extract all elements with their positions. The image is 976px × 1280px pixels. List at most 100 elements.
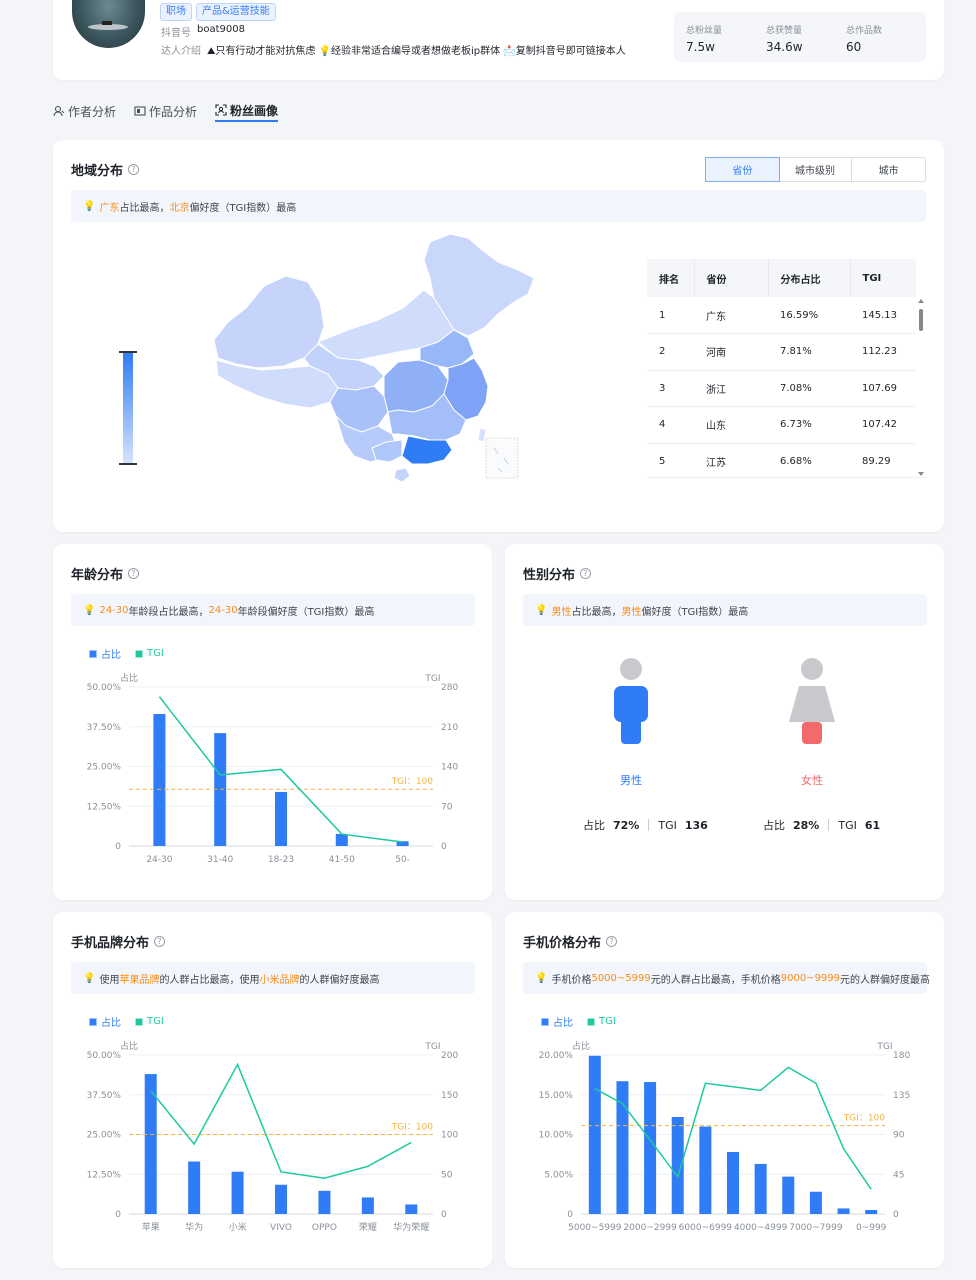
y2-axis-title: TGI [424,674,440,684]
help-icon[interactable]: ? [606,936,618,947]
gender-title-row: 性别分布 ? [523,564,592,583]
bar[interactable] [188,1161,201,1214]
age-chart[interactable]: 占比 TGI 0 12.50% 25.00% 37.50% 50.00% 0 70 140 210 2… [53,672,492,892]
stat-value-likes: 34.6w [766,40,803,54]
tip-text: 年龄段偏好度（TGI指数）最高 [237,606,375,618]
bar[interactable] [782,1176,795,1214]
region-title: 地域分布 [71,164,124,179]
stat-label-works: 总作品数 [846,26,883,36]
bar[interactable] [644,1082,657,1214]
legend-item-share[interactable]: 占比 [541,1014,573,1029]
share-cell: 16.59% [780,309,819,321]
y2-tick-label: 135 [893,1091,910,1101]
avatar[interactable] [72,0,145,48]
legend-item-tgi[interactable]: TGI [135,1014,164,1029]
intro-text: ⛰只有行动才能对抗焦虑 💡经验非常适合编导或者想做老板ip群体 📩复制抖音号即可… [207,46,626,57]
tag-workplace[interactable]: 职场 [160,3,192,21]
y2-tick-label: 180 [893,1051,910,1061]
bar[interactable] [588,1055,601,1214]
tip-text: 元的人群占比最高，手机价格 [650,974,781,986]
tgi-cell: 145.13 [862,309,897,321]
tab-fan-portrait[interactable]: 粉丝画像 [215,100,279,122]
table-row[interactable]: 5 江苏 6.68% 89.29 [647,443,916,477]
tag-product-ops[interactable]: 产品&运营技能 [196,3,276,21]
bar[interactable] [405,1204,418,1214]
price-legend: 占比 TGI [541,1014,616,1029]
bar[interactable] [275,791,287,846]
tip-text: 偏好度（TGI指数）最高 [189,202,297,214]
bar[interactable] [231,1171,244,1214]
legend-handle-top[interactable] [119,351,137,353]
bar[interactable] [153,714,166,846]
age-tip: 💡 24-30 年龄段占比最高， 24-30 年龄段偏好度（TGI指数）最高 [71,594,475,626]
gender-card: 性别分布 ? 💡 男性 占比最高， 男性 偏好度（TGI指数）最高 男性 女性 … [505,544,944,900]
y-tick-label: 10.00% [539,1131,574,1141]
map-visual-legend[interactable] [123,352,133,464]
bar[interactable] [335,833,348,846]
table-row[interactable]: 2 河南 7.81% 112.23 [647,334,916,370]
table-row[interactable]: 3 浙江 7.08% 107.69 [647,370,916,407]
price-tip: 💡 手机价格 5000~5999 元的人群占比最高，手机价格 9000~9999… [523,962,930,994]
bar[interactable] [318,1190,331,1214]
region-segment-control: 省份 城市级别 城市 [705,157,926,182]
tab-label: 作品分析 [149,104,198,119]
brand-title-row: 手机品牌分布 ? [71,932,166,951]
price-card: 手机价格分布 ? 💡 手机价格 5000~5999 元的人群占比最高，手机价格 … [505,912,944,1268]
male-stats: 占比 72% TGI 136 [583,818,708,833]
scrollbar-thumb[interactable] [919,309,923,331]
region-card: 地域分布 ? 省份 城市级别 城市 💡 广东 占比最高， 北京 偏好度（TGI指… [53,140,944,532]
legend-item-tgi[interactable]: TGI [135,646,164,661]
tab-works-analysis[interactable]: 作品分析 [134,100,197,122]
profile-card: 职场 产品&运营技能 抖音号 boat9008 达人介绍 ⛰只有行动才能对抗焦虑… [53,0,944,80]
help-icon[interactable]: ? [128,164,140,175]
tgi-reference-label: TGI：100 [391,777,434,787]
bar[interactable] [837,1208,850,1214]
y2-tick-label: 50 [441,1170,453,1180]
help-icon[interactable]: ? [580,568,592,579]
y-tick-label: 0 [115,842,121,852]
legend-handle-bottom[interactable] [119,463,137,465]
y-tick-label: 15.00% [539,1091,574,1101]
help-icon[interactable]: ? [128,568,140,579]
bar[interactable] [809,1191,822,1214]
brand-card: 手机品牌分布 ? 💡 使用 苹果品牌 的人群占比最高，使用 小米品牌 的人群偏好… [53,912,492,1268]
table-row[interactable]: 4 山东 6.73% 107.42 [647,407,916,443]
col-tgi: TGI [862,272,882,284]
brand-chart[interactable]: 占比 TGI 0 12.50% 25.00% 37.50% 50.00% 0 50 100 150 2… [53,1040,492,1260]
bar[interactable] [865,1210,878,1214]
bar[interactable] [361,1197,374,1214]
tip-highlight: 24-30 [208,604,238,616]
stat-label-fans: 总粉丝量 [686,26,723,36]
y-tick-label: 37.50% [87,723,122,733]
table-row[interactable]: 1 广东 16.59% 145.13 [647,297,916,334]
map-region-guangdong[interactable] [401,435,453,465]
bar[interactable] [727,1151,739,1214]
y2-tick-label: 0 [441,842,447,852]
x-tick-label: 0~999 [856,1223,887,1233]
legend-item-share[interactable]: 占比 [89,1014,121,1029]
bar[interactable] [754,1163,767,1214]
bar[interactable] [699,1126,712,1214]
table-scrollbar[interactable] [916,299,926,477]
female-figure-icon [789,658,835,744]
legend-item-tgi[interactable]: TGI [587,1014,616,1029]
map-region-taiwan[interactable] [477,427,487,443]
segment-city-level[interactable]: 城市级别 [779,158,853,181]
bar[interactable] [671,1117,684,1214]
legend-item-share[interactable]: 占比 [89,646,121,661]
tip-highlight: 小米品牌 [259,974,300,986]
region-title-row: 地域分布 ? [71,160,140,179]
help-icon[interactable]: ? [154,936,166,947]
china-map[interactable] [198,230,543,490]
segment-province[interactable]: 省份 [705,157,780,182]
tgi-line[interactable] [150,1062,412,1179]
tab-label: 粉丝画像 [230,103,279,118]
y-tick-label: 25.00% [87,763,122,773]
female-label: 女性 [801,774,823,787]
price-chart[interactable]: 占比 TGI 0 5.00% 10.00% 15.00% 20.00% 0 45 90 135 180… [505,1040,944,1260]
map-region-hainan[interactable] [393,467,411,483]
segment-city[interactable]: 城市 [852,158,925,181]
y2-tick-label: 0 [893,1210,899,1220]
bar[interactable] [275,1184,287,1214]
tab-author-analysis[interactable]: 作者分析 [53,100,116,122]
